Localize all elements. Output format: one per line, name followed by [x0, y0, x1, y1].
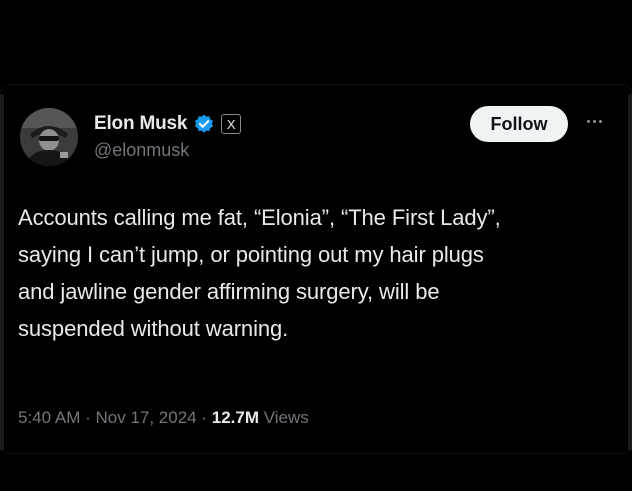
follow-button[interactable]: Follow [470, 106, 568, 142]
meta-separator: · [201, 408, 212, 427]
author-display-name[interactable]: Elon Musk [94, 113, 187, 135]
tweet-meta: 5:40 AM · Nov 17, 2024 · 12.7M Views [18, 408, 309, 428]
card-edge-right [628, 94, 632, 450]
meta-separator: · [85, 408, 96, 427]
verified-badge-icon [193, 113, 215, 135]
screenshot-frame: Elon Musk X @elonmusk Follow Accounts ca… [0, 0, 632, 491]
avatar-image [20, 108, 78, 166]
card-edge-left [0, 94, 4, 450]
avatar[interactable] [20, 108, 78, 166]
views-count: 12.7M [211, 408, 260, 427]
author-handle[interactable]: @elonmusk [94, 140, 189, 161]
author-name-row: Elon Musk X [94, 111, 242, 137]
tweet-date[interactable]: Nov 17, 2024 [96, 408, 197, 427]
tweet-text: Accounts calling me fat, “Elonia”, “The … [18, 205, 501, 341]
tweet-time[interactable]: 5:40 AM [18, 408, 80, 427]
views-label: Views [263, 408, 309, 427]
x-affiliate-badge-icon[interactable]: X [221, 114, 242, 134]
more-options-icon[interactable] [583, 110, 605, 132]
